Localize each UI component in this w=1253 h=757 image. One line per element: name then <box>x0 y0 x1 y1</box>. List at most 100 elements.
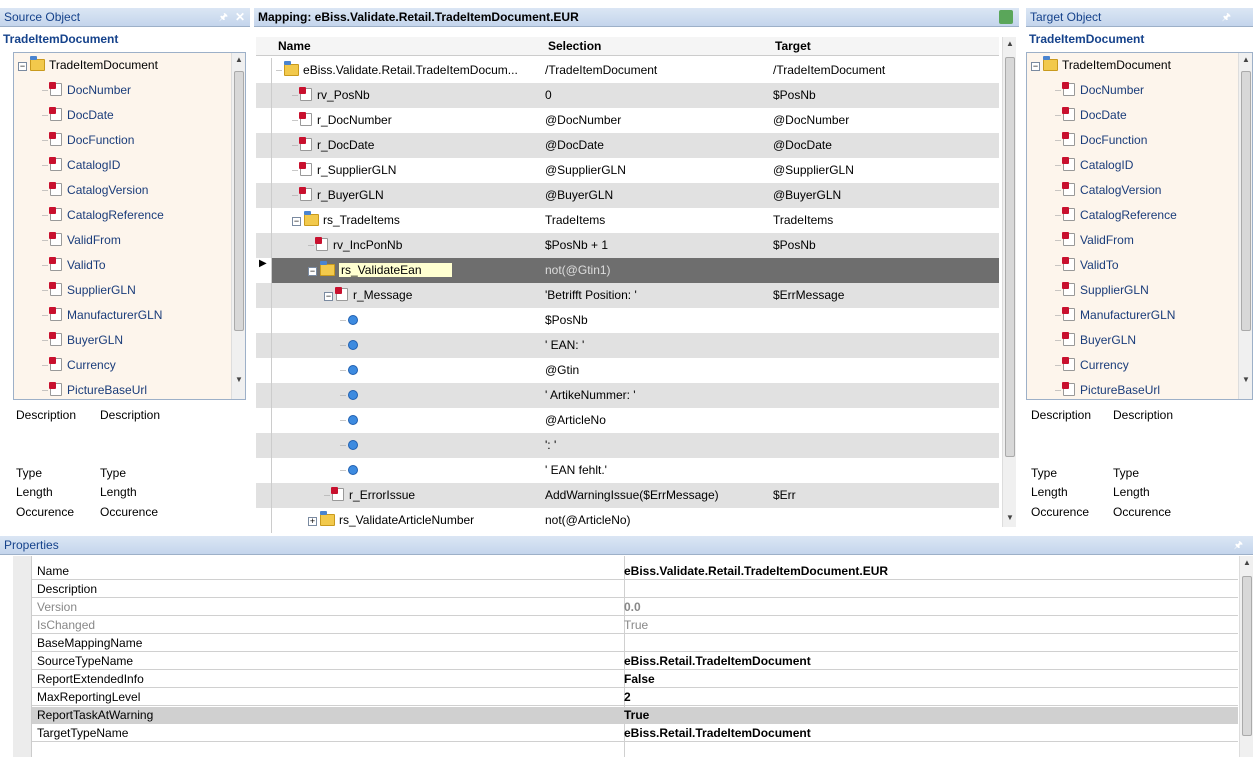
property-row[interactable]: Description <box>32 581 1238 598</box>
scroll-down-icon[interactable]: ▼ <box>1006 513 1014 522</box>
tree-scrollbar[interactable]: ▲ ▼ <box>1238 53 1252 399</box>
tree-item[interactable]: ┄ CatalogVersion <box>1055 178 1161 203</box>
tree-item[interactable]: ┄ CatalogVersion <box>42 178 148 203</box>
collapse-icon[interactable]: − <box>292 217 301 226</box>
property-value[interactable]: eBiss.Retail.TradeItemDocument <box>624 725 811 742</box>
row-header[interactable]: ▶ <box>256 258 272 283</box>
property-row[interactable]: ReportExtendedInfo False <box>32 671 1238 688</box>
tree-item[interactable]: ┄ ValidFrom <box>42 228 121 253</box>
tree-item[interactable]: ┄ BuyerGLN <box>42 328 123 353</box>
row-header[interactable] <box>256 508 272 533</box>
scrollbar-thumb[interactable] <box>1242 576 1252 736</box>
property-value[interactable]: eBiss.Validate.Retail.TradeItemDocument.… <box>624 563 888 580</box>
row-header[interactable] <box>256 233 272 258</box>
tree-item[interactable]: ┄ ManufacturerGLN <box>1055 303 1175 328</box>
pin-icon[interactable]: 🖈 <box>1234 536 1243 555</box>
mapping-row[interactable]: ┄ rv_PosNb 0 $PosNb <box>256 83 999 108</box>
tree-item[interactable]: ┄ DocDate <box>1055 103 1127 128</box>
target-tree[interactable]: − TradeItemDocument ┄ DocNumber ┄ DocDate ┄ Doc… <box>1026 52 1253 400</box>
tree-item[interactable]: ┄ ManufacturerGLN <box>42 303 162 328</box>
scroll-up-icon[interactable]: ▲ <box>235 55 243 64</box>
mapping-row[interactable]: ┄ ' EAN fehlt.' <box>256 458 999 483</box>
mapping-row[interactable]: ┄ @ArticleNo <box>256 408 999 433</box>
mapping-row[interactable]: ┄ r_DocDate @DocDate @DocDate <box>256 133 999 158</box>
tree-item[interactable]: ┄ SupplierGLN <box>42 278 136 303</box>
scrollbar-thumb[interactable] <box>1005 57 1015 457</box>
mapping-row[interactable]: ┄ rv_IncPonNb $PosNb + 1 $PosNb <box>256 233 999 258</box>
property-value[interactable]: 0.0 <box>624 599 641 616</box>
property-row[interactable]: TargetTypeName eBiss.Retail.TradeItemDocu… <box>32 725 1238 742</box>
mapping-row[interactable]: − rs_TradeItems TradeItems TradeItems <box>256 208 999 233</box>
tree-item[interactable]: ┄ DocFunction <box>1055 128 1147 153</box>
mapping-row[interactable]: + rs_ValidateArticleNumber not(@ArticleNo) <box>256 508 999 533</box>
scrollbar-thumb[interactable] <box>234 71 244 331</box>
tree-item[interactable]: ┄ CatalogID <box>42 153 120 178</box>
collapse-icon[interactable]: − <box>308 267 317 276</box>
mapping-row[interactable]: − rs_ValidateEan not(@Gtin1) <box>256 258 999 283</box>
property-value[interactable]: True <box>624 707 649 724</box>
pin-icon[interactable]: 🖈 <box>1222 8 1231 27</box>
collapse-icon[interactable]: − <box>18 62 27 71</box>
refresh-icon[interactable] <box>999 10 1013 24</box>
row-header[interactable] <box>256 108 272 133</box>
expand-icon[interactable]: + <box>308 517 317 526</box>
tree-item[interactable]: ┄ DocFunction <box>42 128 134 153</box>
tree-item[interactable]: ┄ ValidFrom <box>1055 228 1134 253</box>
tree-item[interactable]: ┄ CatalogID <box>1055 153 1133 178</box>
mapping-row[interactable]: ┄ eBiss.Validate.Retail.TradeItemDocum...… <box>256 58 999 83</box>
scroll-up-icon[interactable]: ▲ <box>1243 558 1251 567</box>
column-target[interactable]: Target <box>775 37 811 56</box>
mapping-row[interactable]: ┄ r_BuyerGLN @BuyerGLN @BuyerGLN <box>256 183 999 208</box>
row-header[interactable] <box>256 133 272 158</box>
row-header[interactable] <box>256 283 272 308</box>
collapse-icon[interactable]: − <box>324 292 333 301</box>
row-header[interactable] <box>256 183 272 208</box>
property-row[interactable]: ReportTaskAtWarning True <box>32 707 1238 724</box>
tree-item[interactable]: ┄ DocNumber <box>42 78 131 103</box>
column-selection[interactable]: Selection <box>548 37 601 56</box>
mapping-row[interactable]: ┄ r_SupplierGLN @SupplierGLN @SupplierGLN <box>256 158 999 183</box>
tree-item[interactable]: ┄ Currency <box>1055 353 1129 378</box>
tree-item[interactable]: ┄ PictureBaseUrl <box>1055 378 1160 399</box>
row-header[interactable] <box>256 408 272 433</box>
close-icon[interactable]: ✕ <box>235 8 245 27</box>
row-header[interactable] <box>256 308 272 333</box>
property-row[interactable]: Version 0.0 <box>32 599 1238 616</box>
mapping-row[interactable]: ┄ $PosNb <box>256 308 999 333</box>
tree-root[interactable]: − TradeItemDocument <box>18 53 158 78</box>
row-header[interactable] <box>256 433 272 458</box>
property-row[interactable]: Name eBiss.Validate.Retail.TradeItemDocum… <box>32 563 1238 580</box>
property-value[interactable]: eBiss.Retail.TradeItemDocument <box>624 653 811 670</box>
tree-item[interactable]: ┄ CatalogReference <box>42 203 164 228</box>
mapping-row[interactable]: ┄ r_DocNumber @DocNumber @DocNumber <box>256 108 999 133</box>
tree-scrollbar[interactable]: ▲ ▼ <box>231 53 245 399</box>
tree-item[interactable]: ┄ ValidTo <box>42 253 106 278</box>
mapping-row[interactable]: ┄ ' EAN: ' <box>256 333 999 358</box>
scroll-up-icon[interactable]: ▲ <box>1006 39 1014 48</box>
row-header[interactable] <box>256 458 272 483</box>
tree-item[interactable]: ┄ BuyerGLN <box>1055 328 1136 353</box>
mapping-row[interactable]: ┄ ': ' <box>256 433 999 458</box>
pin-icon[interactable]: 🖈 <box>219 8 228 27</box>
tree-item[interactable]: ┄ SupplierGLN <box>1055 278 1149 303</box>
row-header[interactable] <box>256 333 272 358</box>
property-row[interactable]: IsChanged True <box>32 617 1238 634</box>
scroll-down-icon[interactable]: ▼ <box>235 375 243 384</box>
property-value[interactable]: False <box>624 671 655 688</box>
properties-scrollbar[interactable]: ▲ <box>1239 556 1253 757</box>
tree-item[interactable]: ┄ DocNumber <box>1055 78 1144 103</box>
row-header[interactable] <box>256 483 272 508</box>
row-header[interactable] <box>256 208 272 233</box>
tree-item[interactable]: ┄ PictureBaseUrl <box>42 378 147 399</box>
tree-item[interactable]: ┄ CatalogReference <box>1055 203 1177 228</box>
row-header[interactable] <box>256 383 272 408</box>
tree-item[interactable]: ┄ ValidTo <box>1055 253 1119 278</box>
property-row[interactable]: MaxReportingLevel 2 <box>32 689 1238 706</box>
row-header[interactable] <box>256 358 272 383</box>
scroll-down-icon[interactable]: ▼ <box>1242 375 1250 384</box>
row-header[interactable] <box>256 158 272 183</box>
scrollbar-thumb[interactable] <box>1241 71 1251 331</box>
property-row[interactable]: SourceTypeName eBiss.Retail.TradeItemDocu… <box>32 653 1238 670</box>
tree-root[interactable]: − TradeItemDocument <box>1031 53 1171 78</box>
mapping-row[interactable]: − r_Message 'Betrifft Position: ' $ErrMessa… <box>256 283 999 308</box>
